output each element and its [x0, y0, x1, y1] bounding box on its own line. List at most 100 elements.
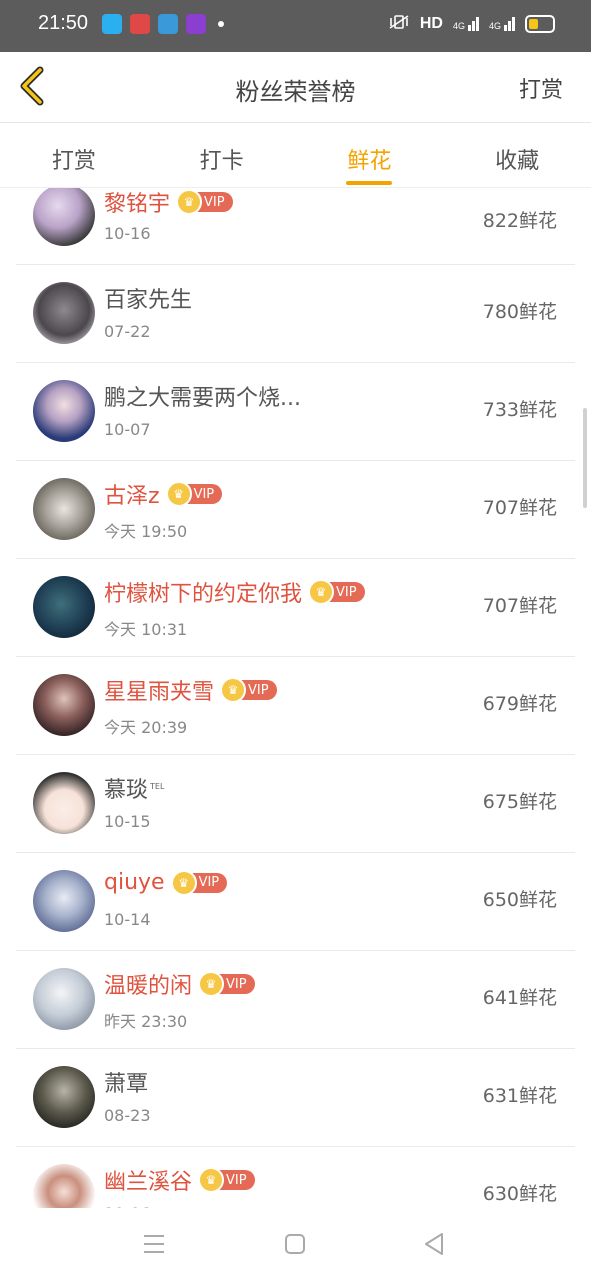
qq-icon	[102, 14, 122, 34]
signal-bars-icon	[508, 20, 511, 31]
signal-bars-icon	[467, 24, 471, 31]
flower-count: 733鲜花	[482, 399, 557, 421]
vip-badge: ♛ VIP	[198, 1167, 255, 1193]
list-item[interactable]: 柠檬树下的约定你我 ♛ VIP 今天 10:31 707鲜花	[16, 559, 575, 657]
user-name[interactable]: 黎铭宇	[104, 188, 170, 218]
date: 今天 10:31	[104, 620, 188, 639]
list-item[interactable]: 慕琰 TEL 10-15 675鲜花	[16, 755, 575, 853]
vip-badge: ♛ VIP	[308, 579, 365, 605]
avatar[interactable]	[33, 968, 95, 1030]
video-app-icon	[158, 14, 178, 34]
list-item[interactable]: 萧覃 08-23 631鲜花	[16, 1049, 575, 1147]
user-name[interactable]: 萧覃	[104, 1066, 148, 1098]
list-item[interactable]: qiuye ♛ VIP 10-14 650鲜花	[16, 853, 575, 951]
system-back-button[interactable]	[418, 1228, 450, 1260]
signal-bars-icon	[471, 20, 475, 31]
list-item[interactable]: 百家先生 07-22 780鲜花	[16, 265, 575, 363]
flower-count: 822鲜花	[482, 210, 557, 232]
user-name[interactable]: qiuye	[104, 870, 165, 895]
name-line: 星星雨夹雪 ♛ VIP	[104, 674, 277, 706]
vip-label: VIP	[248, 682, 269, 698]
crown-icon: ♛	[308, 579, 335, 605]
reward-button[interactable]: 打赏	[519, 72, 563, 104]
avatar[interactable]	[33, 380, 95, 442]
date: 10-07	[104, 420, 151, 439]
vip-label: VIP	[226, 1172, 247, 1188]
date: 10-14	[104, 910, 151, 929]
user-name[interactable]: 古泽z	[104, 478, 160, 510]
avatar[interactable]	[33, 478, 95, 540]
page-title: 粉丝荣誉榜	[235, 78, 356, 106]
tab-checkin[interactable]: 打卡	[148, 123, 296, 187]
status-time: 21:50	[38, 12, 89, 34]
date: 今天 19:50	[104, 522, 188, 541]
user-name[interactable]: 柠檬树下的约定你我	[104, 576, 302, 608]
flower-count: 679鲜花	[482, 693, 557, 715]
vip-badge: ♛ VIP	[170, 869, 228, 896]
user-name[interactable]: 慕琰 TEL	[104, 772, 164, 804]
vip-badge: ♛ VIP	[220, 677, 277, 703]
date: 08-23	[104, 1106, 151, 1125]
name-line: 萧覃	[104, 1066, 148, 1098]
music-icon	[130, 14, 150, 34]
list-item[interactable]: 幽兰溪谷 ♛VIP 10-06 630鲜花	[16, 1147, 575, 1208]
avatar[interactable]	[33, 576, 95, 638]
app-header: 粉丝荣誉榜 打赏	[0, 52, 591, 123]
user-name[interactable]: 鹏之大需要两个烧...	[104, 380, 301, 412]
avatar[interactable]	[33, 772, 95, 834]
date: 10-16	[104, 224, 151, 243]
status-bar: 21:50 HD 4G 4G	[0, 0, 591, 52]
triangle-back-icon	[425, 1233, 443, 1255]
list-item[interactable]: 星星雨夹雪 ♛ VIP 今天 20:39 679鲜花	[16, 657, 575, 755]
vip-label: VIP	[336, 584, 357, 600]
name-line: 慕琰 TEL	[104, 772, 164, 804]
flower-count: 707鲜花	[482, 595, 557, 617]
signal-2: 4G	[489, 16, 515, 31]
avatar[interactable]	[33, 1066, 95, 1128]
list-item[interactable]: 鹏之大需要两个烧... 10-07 733鲜花	[16, 363, 575, 461]
avatar[interactable]	[33, 188, 95, 246]
signal-bars-icon	[504, 24, 507, 31]
flower-count: 675鲜花	[482, 791, 557, 813]
avatar[interactable]	[33, 1164, 95, 1208]
list-item[interactable]: 温暖的闲 ♛ VIP 昨天 23:30 641鲜花	[16, 951, 575, 1049]
user-name[interactable]: 百家先生	[104, 282, 192, 314]
home-button[interactable]	[279, 1228, 311, 1260]
signal-bars-icon	[475, 16, 479, 31]
flower-count: 631鲜花	[482, 1085, 557, 1107]
list-item[interactable]: 古泽z ♛ VIP 今天 19:50 707鲜花	[16, 461, 575, 559]
vip-label: VIP	[204, 194, 225, 210]
tel-badge: TEL	[150, 781, 165, 791]
media-app-icon	[186, 14, 206, 34]
crown-icon: ♛	[220, 677, 247, 703]
tab-label: 收藏	[495, 149, 540, 174]
user-name[interactable]: 温暖的闲	[104, 968, 192, 1000]
avatar[interactable]	[33, 282, 95, 344]
scrollbar[interactable]	[583, 408, 587, 508]
crown-icon: ♛	[176, 189, 203, 215]
tab-label: 打卡	[199, 149, 244, 174]
vip-label: VIP	[198, 875, 220, 890]
tab-label: 鲜花	[347, 149, 392, 174]
tab-flowers[interactable]: 鲜花	[296, 123, 444, 187]
avatar[interactable]	[33, 870, 95, 932]
flower-count: 641鲜花	[482, 987, 557, 1009]
flower-count: 707鲜花	[482, 497, 557, 519]
list-item[interactable]: 黎铭宇 ♛ VIP 10-16 822鲜花	[16, 188, 575, 265]
menu-button[interactable]	[138, 1228, 170, 1260]
tab-label: 打赏	[51, 149, 96, 174]
square-home-icon	[285, 1234, 305, 1254]
user-name[interactable]: 幽兰溪谷	[104, 1164, 192, 1196]
crown-icon: ♛	[198, 1167, 225, 1193]
date: 今天 20:39	[104, 718, 188, 737]
avatar[interactable]	[33, 674, 95, 736]
vip-badge: ♛ VIP	[198, 971, 255, 997]
system-nav-bar	[0, 1208, 591, 1280]
vip-label: VIP	[193, 486, 215, 502]
vip-badge: ♛ VIP	[176, 189, 233, 215]
fan-ranking-list[interactable]: 黎铭宇 ♛ VIP 10-16 822鲜花 百家先生 07-22 780鲜花 鹏之…	[0, 188, 591, 1208]
user-name[interactable]: 星星雨夹雪	[104, 674, 214, 706]
name-line: 古泽z ♛ VIP	[104, 478, 223, 510]
tab-favorites[interactable]: 收藏	[443, 123, 591, 187]
tab-reward[interactable]: 打赏	[0, 123, 148, 187]
